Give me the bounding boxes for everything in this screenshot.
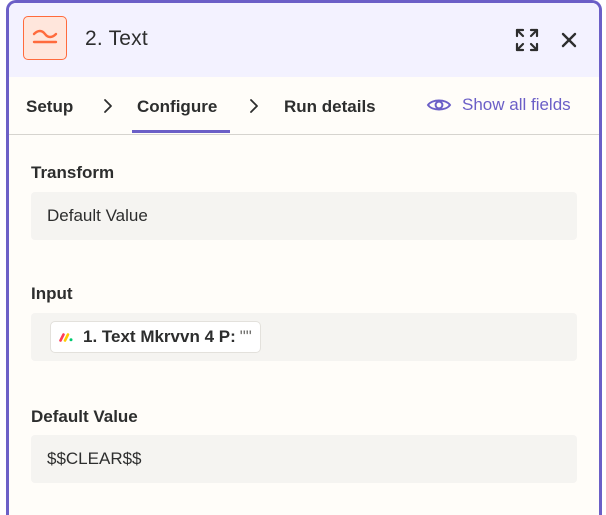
transform-select[interactable]: Default Value [31,192,577,240]
eye-icon [426,99,452,111]
close-button[interactable] [556,27,582,53]
active-tab-indicator [132,130,230,133]
transform-value: Default Value [47,206,148,225]
close-icon [561,32,577,48]
step-title: 2. Text [85,27,148,50]
show-all-fields-button[interactable]: Show all fields [426,95,571,115]
chevron-right-icon [250,99,258,113]
mapped-field-value: "" [239,327,252,346]
show-all-fields-label: Show all fields [462,95,571,114]
mapped-field-pill[interactable]: 1. Text Mkrvvn 4 P: "" [50,321,261,353]
expand-icon [515,28,539,52]
step-editor-panel: 2. Text Setup Configure Run details Show… [6,0,602,515]
tab-run-details[interactable]: Run details [284,97,376,117]
panel-header: 2. Text [9,3,599,77]
mapped-field-name: 1. Text Mkrvvn 4 P: [83,327,236,346]
transform-label: Transform [31,163,115,182]
input-label: Input [31,284,73,303]
input-field[interactable]: 1. Text Mkrvvn 4 P: "" [31,313,577,361]
default-value-label: Default Value [31,407,138,426]
formatter-app-icon [23,16,67,60]
default-value-text: $$CLEAR$$ [47,449,142,468]
default-value-input[interactable]: $$CLEAR$$ [31,435,577,483]
tab-configure[interactable]: Configure [137,97,217,117]
expand-button[interactable] [514,27,540,53]
tab-setup[interactable]: Setup [26,97,73,117]
chevron-right-icon [104,99,112,113]
step-tabs: Setup Configure Run details Show all fie… [9,77,599,135]
monday-app-icon [59,333,73,342]
